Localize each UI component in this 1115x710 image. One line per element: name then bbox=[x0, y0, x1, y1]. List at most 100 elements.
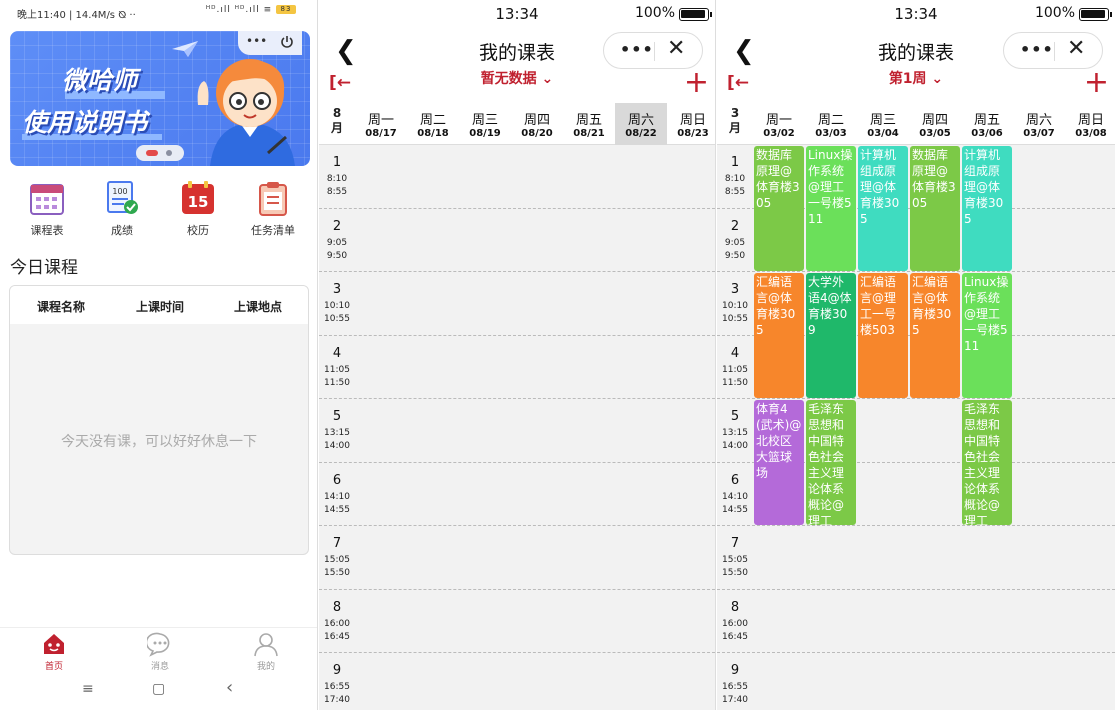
course-block[interactable]: Linux操作系统@理工一号楼511 bbox=[806, 146, 856, 271]
period-end-time: 11:50 bbox=[722, 377, 748, 388]
period-number: 3 bbox=[332, 282, 342, 297]
period-row[interactable]: 9 16:55 17:40 bbox=[319, 653, 715, 710]
period-end-time: 16:45 bbox=[324, 631, 350, 642]
close-icon[interactable]: ✕ bbox=[667, 36, 685, 61]
day-column-header: 周六 08/22 bbox=[615, 103, 667, 145]
course-block[interactable]: 数据库原理@体育楼305 bbox=[754, 146, 804, 271]
day-column-header: 周五 08/21 bbox=[563, 103, 615, 145]
col-course-name: 课程名称 bbox=[37, 300, 86, 314]
period-number: 6 bbox=[332, 472, 342, 488]
course-block[interactable]: 汇编语言@理工一号楼503 bbox=[858, 273, 908, 398]
profile-icon bbox=[253, 631, 279, 657]
exit-icon[interactable]: [← bbox=[727, 73, 749, 93]
quick-school-calendar[interactable]: 15 校历 bbox=[163, 180, 233, 238]
add-course-button[interactable]: + bbox=[684, 68, 709, 98]
quick-schedule[interactable]: 课程表 bbox=[12, 180, 82, 238]
day-column-header: 周五 03/06 bbox=[961, 103, 1013, 145]
more-icon[interactable]: ••• bbox=[620, 40, 654, 59]
close-icon[interactable]: ✕ bbox=[1067, 36, 1085, 61]
period-start-time: 16:55 bbox=[324, 682, 350, 692]
power-icon[interactable] bbox=[280, 35, 294, 49]
period-end-time: 14:55 bbox=[324, 504, 350, 515]
schedule-screen-empty: 13:34 100% ❮ 我的课表 ••• ✕ 暂无数据 ⌄ [← + 8月 周… bbox=[319, 0, 716, 710]
day-name: 周二 bbox=[817, 113, 844, 128]
period-end-time: 10:55 bbox=[324, 314, 350, 324]
week-selector[interactable]: 暂无数据 ⌄ bbox=[319, 68, 715, 88]
battery-percent: 100% bbox=[634, 5, 675, 21]
day-name: 周四 bbox=[921, 113, 948, 128]
period-end-time: 11:50 bbox=[324, 377, 350, 388]
period-row[interactable]: 6 14:10 14:55 bbox=[319, 463, 715, 526]
course-block[interactable]: 汇编语言@体育楼305 bbox=[910, 273, 960, 398]
period-row[interactable]: 2 9:05 9:50 bbox=[319, 209, 715, 272]
back-icon[interactable]: ‹ bbox=[226, 677, 233, 698]
day-date: 03/02 bbox=[763, 128, 795, 139]
period-end-time: 8:55 bbox=[326, 187, 348, 197]
course-block[interactable]: 大学外语4@体育楼309 bbox=[806, 273, 856, 398]
day-header: 8月 周一 08/17 周二 08/18 周三 08/19 周四 08/20 周五 08/21 周六… bbox=[319, 103, 715, 145]
day-date: 08/22 bbox=[625, 128, 657, 139]
add-course-button[interactable]: + bbox=[1084, 68, 1109, 98]
period-row[interactable]: 3 10:10 10:55 bbox=[319, 272, 715, 336]
battery-icon: 83 bbox=[276, 5, 296, 14]
status-bar: 13:34 100% bbox=[717, 0, 1115, 28]
day-name: 周六 bbox=[627, 113, 654, 128]
period-row[interactable]: 4 11:05 11:50 bbox=[319, 336, 715, 399]
period-row[interactable]: 5 13:15 14:00 bbox=[319, 399, 715, 463]
exit-icon[interactable]: [← bbox=[329, 73, 351, 93]
course-block[interactable]: 汇编语言@体育楼305 bbox=[754, 273, 804, 398]
period-row[interactable]: 7 15:05 15:50 bbox=[717, 526, 1115, 590]
course-block[interactable]: 体育4(武术)@北校区大篮球场 bbox=[754, 400, 804, 525]
guide-banner[interactable]: 微哈师 使用说明书 ••• bbox=[10, 31, 310, 166]
quick-task-list[interactable]: 任务清单 bbox=[238, 180, 308, 238]
period-number: 7 bbox=[730, 536, 740, 551]
period-start-time: 15:05 bbox=[722, 555, 748, 565]
week-selector[interactable]: 第1周 ⌄ bbox=[717, 68, 1115, 88]
course-block[interactable]: 毛泽东思想和中国特色社会主义理论体系概论@理工 bbox=[806, 400, 856, 525]
more-icon[interactable]: ••• bbox=[1020, 40, 1054, 59]
home-icon bbox=[41, 631, 67, 657]
schedule-header: ❮ 我的课表 ••• ✕ 暂无数据 ⌄ [← + bbox=[319, 28, 715, 103]
status-time: 晚上11:40 | 14.4M/s ⦰ ·· bbox=[17, 10, 136, 21]
menu-icon[interactable]: ≡ bbox=[82, 681, 94, 697]
period-row[interactable]: 9 16:55 17:40 bbox=[717, 653, 1115, 710]
day-date: 08/18 bbox=[417, 128, 449, 139]
day-column-header: 周一 03/02 bbox=[753, 103, 805, 145]
period-start-time: 11:05 bbox=[324, 364, 350, 375]
period-row[interactable]: 8 16:00 16:45 bbox=[319, 590, 715, 653]
tab-profile[interactable]: 我的 bbox=[236, 631, 296, 672]
quick-label: 任务清单 bbox=[251, 224, 295, 237]
month-number: 8 bbox=[332, 106, 342, 120]
screenshot-composite: 晚上11:40 | 14.4M/s ⦰ ·· ᴴᴰ.ıll ᴴᴰ.ıll ≡ 8… bbox=[0, 0, 1115, 710]
period-start-time: 9:05 bbox=[326, 237, 348, 248]
period-start-time: 9:05 bbox=[724, 237, 746, 248]
day-column-header: 周日 08/23 bbox=[667, 103, 715, 145]
tab-messages[interactable]: 消息 bbox=[130, 631, 190, 672]
period-row[interactable]: 7 15:05 15:50 bbox=[319, 526, 715, 590]
course-block[interactable]: 计算机组成原理@体育楼305 bbox=[858, 146, 908, 271]
tab-home[interactable]: 首页 bbox=[24, 631, 84, 672]
today-courses-table: 课程名称 上课时间 上课地点 今天没有课，可以好好休息一下 bbox=[9, 285, 309, 555]
home-button-icon[interactable]: ▢ bbox=[152, 681, 165, 697]
more-icon[interactable]: ••• bbox=[246, 34, 267, 48]
period-end-time: 9:50 bbox=[326, 250, 348, 261]
quick-score[interactable]: 100 成绩 bbox=[87, 180, 157, 238]
score-icon: 100 bbox=[104, 180, 140, 216]
quick-actions: 课程表 100 成绩 15 校历 任务清单 bbox=[0, 180, 317, 240]
day-header: 3月 周一 03/02 周二 03/03 周三 03/04 周四 03/05 周五 03/06 周六… bbox=[717, 103, 1115, 145]
period-number: 5 bbox=[332, 409, 342, 424]
period-number: 4 bbox=[332, 345, 342, 361]
day-column-header: 周二 08/18 bbox=[407, 103, 459, 145]
period-start-time: 8:10 bbox=[724, 174, 746, 184]
course-block[interactable]: 数据库原理@体育楼305 bbox=[910, 146, 960, 271]
course-block[interactable]: 计算机组成原理@体育楼305 bbox=[962, 146, 1012, 271]
period-start-time: 16:00 bbox=[324, 618, 350, 629]
course-block[interactable]: Linux操作系统@理工一号楼511 bbox=[962, 273, 1012, 398]
period-start-time: 11:05 bbox=[722, 364, 748, 375]
period-row[interactable]: 1 8:10 8:55 bbox=[319, 145, 715, 209]
course-block[interactable]: 毛泽东思想和中国特色社会主义理论体系概论@理工 bbox=[962, 400, 1012, 525]
indicator-dot bbox=[166, 150, 172, 156]
period-row[interactable]: 8 16:00 16:45 bbox=[717, 590, 1115, 653]
mini-program-capsule: ••• ✕ bbox=[1003, 32, 1103, 69]
period-number: 9 bbox=[730, 663, 740, 678]
